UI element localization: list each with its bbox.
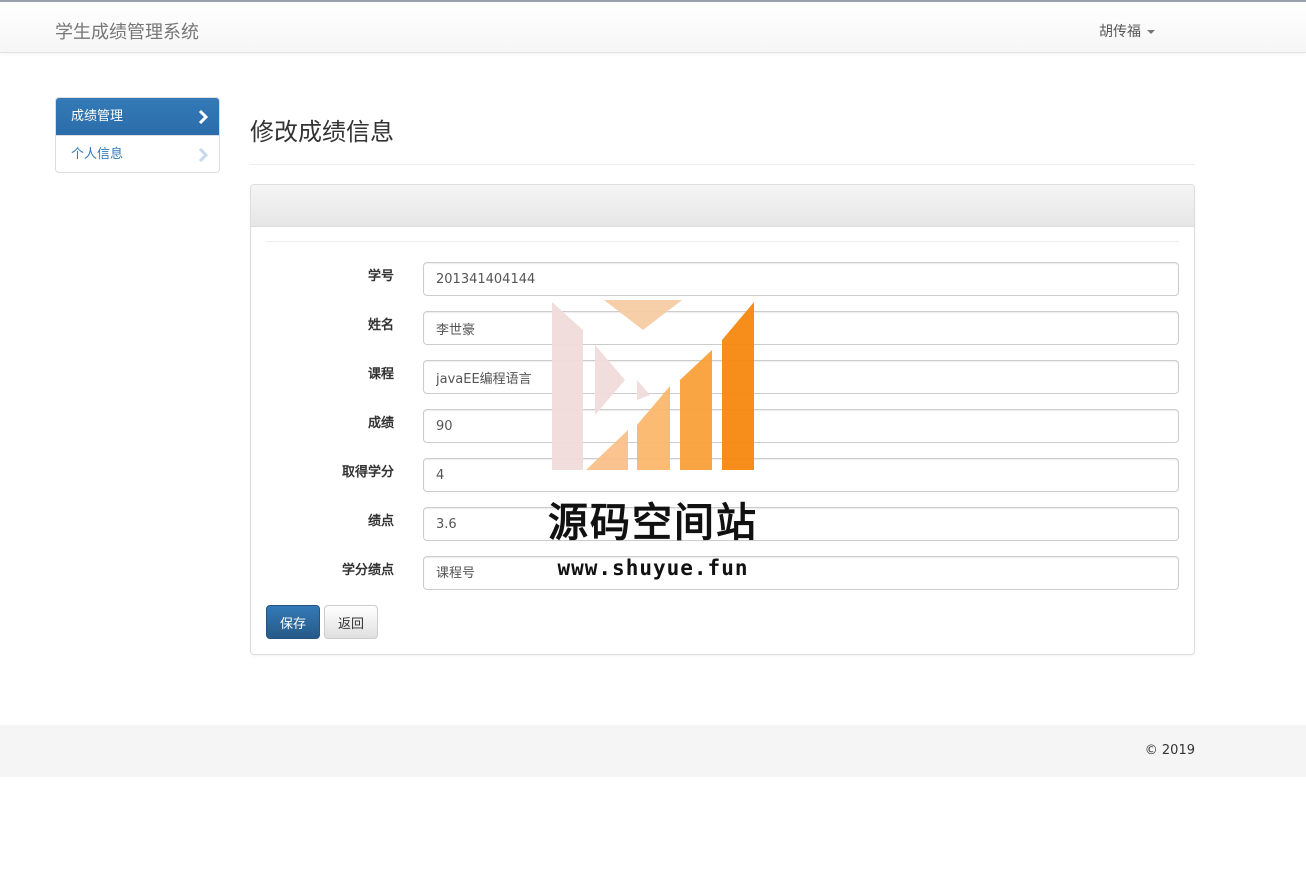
form-row-student-id: 学号 xyxy=(251,262,1196,296)
score-label: 成绩 xyxy=(367,416,394,431)
copyright-text: © 2019 xyxy=(1144,743,1195,758)
score-input[interactable] xyxy=(423,409,1179,443)
form-row-course: 课程 xyxy=(251,360,1196,394)
credits-input[interactable] xyxy=(423,458,1179,492)
name-input[interactable] xyxy=(423,311,1179,345)
footer: © 2019 xyxy=(0,725,1306,777)
page-title: 修改成绩信息 xyxy=(250,118,394,146)
sidebar-item-personal-info[interactable]: 个人信息 xyxy=(56,135,219,172)
user-menu[interactable]: 胡传福 xyxy=(1099,21,1155,41)
course-input[interactable] xyxy=(423,360,1179,394)
course-label: 课程 xyxy=(367,367,394,382)
credit-gpa-input[interactable] xyxy=(423,556,1179,590)
credits-label: 取得学分 xyxy=(341,465,394,480)
form-row-gpa: 绩点 xyxy=(251,507,1196,541)
form-row-score: 成绩 xyxy=(251,409,1196,443)
panel-heading xyxy=(251,185,1194,227)
save-button[interactable]: 保存 xyxy=(266,605,320,639)
user-name: 胡传福 xyxy=(1099,24,1141,40)
chevron-right-icon xyxy=(198,148,209,162)
gpa-input[interactable] xyxy=(423,507,1179,541)
edit-score-panel: 学号 姓名 课程 成绩 取得学分 绩点 学分绩点 保存 返回 xyxy=(250,184,1195,655)
name-label: 姓名 xyxy=(367,318,394,333)
form-row-credit-gpa: 学分绩点 xyxy=(251,556,1196,590)
gpa-label: 绩点 xyxy=(367,514,394,529)
brand-title[interactable]: 学生成绩管理系统 xyxy=(55,18,199,44)
form-row-credits: 取得学分 xyxy=(251,458,1196,492)
caret-down-icon xyxy=(1147,30,1155,34)
student-id-input[interactable] xyxy=(423,262,1179,296)
sidebar-item-label: 成绩管理 xyxy=(71,109,124,124)
form-row-name: 姓名 xyxy=(251,311,1196,345)
sidebar-item-score-management[interactable]: 成绩管理 xyxy=(56,98,219,135)
page-header: 修改成绩信息 xyxy=(250,117,1195,165)
student-id-label: 学号 xyxy=(367,269,394,284)
divider xyxy=(266,241,1179,242)
sidebar: 成绩管理 个人信息 xyxy=(55,97,220,173)
chevron-right-icon xyxy=(198,110,209,124)
credit-gpa-label: 学分绩点 xyxy=(341,563,394,578)
top-navbar: 学生成绩管理系统 胡传福 xyxy=(0,0,1306,53)
back-button[interactable]: 返回 xyxy=(324,605,378,639)
sidebar-item-label: 个人信息 xyxy=(71,147,124,162)
